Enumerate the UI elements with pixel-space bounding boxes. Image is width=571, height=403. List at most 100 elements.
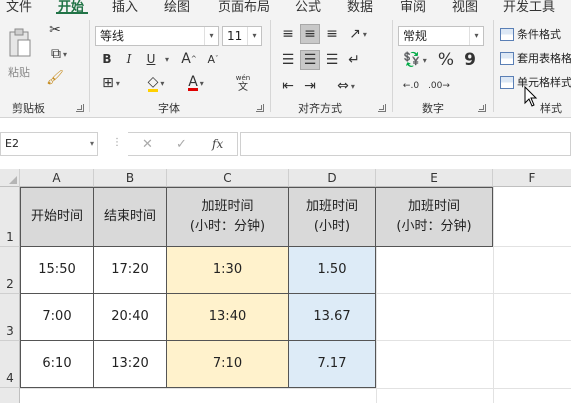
tab-file[interactable]: 文件 bbox=[6, 0, 32, 14]
row-header-4[interactable]: 4 bbox=[0, 341, 20, 388]
select-all-corner[interactable] bbox=[0, 169, 20, 187]
cell-a3[interactable]: 7:00 bbox=[21, 294, 94, 341]
alignment-group-label: 对齐方式 bbox=[298, 102, 342, 115]
borders-button[interactable]: ⊞ ▾ bbox=[96, 74, 126, 92]
copy-button[interactable]: ⧉ ▾ bbox=[44, 44, 74, 64]
tab-data[interactable]: 数据 bbox=[347, 0, 373, 14]
column-header-b[interactable]: B bbox=[94, 169, 167, 187]
insert-function-icon[interactable]: fx bbox=[212, 137, 223, 151]
tab-view[interactable]: 视图 bbox=[452, 0, 478, 14]
paste-button[interactable]: 粘贴 bbox=[4, 18, 38, 84]
cell-b4[interactable]: 13:20 bbox=[94, 341, 167, 388]
tab-page-layout[interactable]: 页面布局 bbox=[218, 0, 270, 14]
row-header-1[interactable]: 1 bbox=[0, 187, 20, 247]
ribbon: 粘贴 ✂ ⧉ ▾ 🖌 剪贴板 等线 ▾ 11 ▾ B I U ▾ A ^ Aˇ ⊞ ▾… bbox=[0, 14, 571, 118]
format-painter-button[interactable]: 🖌 bbox=[44, 68, 66, 88]
clipboard-launcher-icon[interactable] bbox=[76, 104, 84, 112]
tab-draw[interactable]: 绘图 bbox=[164, 0, 190, 14]
chevron-down-icon: ▾ bbox=[204, 27, 218, 45]
cell-a2[interactable]: 15:50 bbox=[21, 247, 94, 294]
enter-icon[interactable]: ✓ bbox=[176, 137, 187, 152]
row-header-3[interactable]: 3 bbox=[0, 294, 20, 341]
row-header-2[interactable]: 2 bbox=[0, 247, 20, 294]
more-options-icon[interactable]: ⋮ bbox=[112, 137, 122, 148]
align-top-button[interactable]: ≡ bbox=[278, 24, 298, 44]
tab-insert[interactable]: 插入 bbox=[112, 0, 138, 14]
align-center-button[interactable]: ☰ bbox=[300, 50, 320, 70]
orientation-button[interactable]: ↗ ▾ bbox=[344, 24, 372, 44]
name-box[interactable]: E2 ▾ bbox=[0, 132, 98, 156]
row-header-5[interactable] bbox=[0, 388, 20, 403]
copy-icon: ⧉ bbox=[50, 46, 61, 62]
cell-a1[interactable]: 开始时间 bbox=[21, 188, 94, 247]
font-name-value: 等线 bbox=[100, 29, 125, 43]
column-header-d[interactable]: D bbox=[289, 169, 376, 187]
alignment-launcher-icon[interactable] bbox=[378, 104, 386, 112]
align-middle-button[interactable]: ≡ bbox=[300, 24, 320, 44]
chevron-down-icon: ▾ bbox=[199, 78, 204, 88]
cell-d4[interactable]: 7.17 bbox=[289, 341, 376, 388]
phonetic-button[interactable]: wén 文 bbox=[226, 72, 260, 94]
cut-button[interactable]: ✂ bbox=[44, 20, 66, 40]
increase-decimal-button[interactable]: ←.0 bbox=[400, 76, 422, 96]
grow-font-button[interactable]: A ^ bbox=[180, 50, 198, 68]
gridline bbox=[493, 187, 494, 247]
underline-button[interactable]: U bbox=[142, 50, 160, 68]
cell-d3[interactable]: 13.67 bbox=[289, 294, 376, 341]
ribbon-tab-bar: 文件 开始 插入 绘图 页面布局 公式 数据 审阅 视图 开发工具 bbox=[0, 0, 571, 14]
cell-b1[interactable]: 结束时间 bbox=[94, 188, 167, 247]
mouse-cursor-icon bbox=[524, 86, 538, 107]
column-header-a[interactable]: A bbox=[20, 169, 94, 187]
cell-c3[interactable]: 13:40 bbox=[167, 294, 289, 341]
cancel-icon[interactable]: ✕ bbox=[142, 137, 153, 152]
wrap-text-button[interactable]: ↵ bbox=[344, 50, 364, 70]
cell-d1[interactable]: 加班时间 (小时) bbox=[289, 188, 376, 247]
fill-color-button[interactable]: ◇ ▾ bbox=[140, 74, 172, 92]
shrink-font-button[interactable]: Aˇ bbox=[204, 50, 222, 68]
font-size-select[interactable]: 11 ▾ bbox=[222, 26, 262, 46]
decrease-indent-button[interactable]: ⇤ bbox=[278, 76, 298, 96]
formula-input[interactable] bbox=[240, 132, 571, 156]
column-header-c[interactable]: C bbox=[167, 169, 289, 187]
gridline bbox=[376, 247, 377, 403]
font-launcher-icon[interactable] bbox=[256, 104, 264, 112]
cell-d2[interactable]: 1.50 bbox=[289, 247, 376, 294]
merge-center-button[interactable]: ⇔ ▾ bbox=[330, 76, 362, 96]
percent-button[interactable]: % bbox=[436, 50, 456, 70]
column-header-f[interactable]: F bbox=[493, 169, 571, 187]
conditional-formatting-button[interactable]: 条件格式 bbox=[500, 24, 571, 44]
cell-b3[interactable]: 20:40 bbox=[94, 294, 167, 341]
align-bottom-button[interactable]: ≡ bbox=[322, 24, 342, 44]
cell-c4[interactable]: 7:10 bbox=[167, 341, 289, 388]
accounting-format-button[interactable]: 💱 ▾ bbox=[398, 50, 432, 70]
row-number: 3 bbox=[6, 324, 14, 338]
cell-b2[interactable]: 17:20 bbox=[94, 247, 167, 294]
gridline bbox=[493, 246, 571, 247]
column-header-e[interactable]: E bbox=[376, 169, 493, 187]
align-left-button[interactable]: ☰ bbox=[278, 50, 298, 70]
cell-a4[interactable]: 6:10 bbox=[21, 341, 94, 388]
font-name-select[interactable]: 等线 ▾ bbox=[95, 26, 219, 46]
cell-c2[interactable]: 1:30 bbox=[167, 247, 289, 294]
decrease-decimal-button[interactable]: .00→ bbox=[428, 76, 450, 96]
underline-dropdown[interactable]: ▾ bbox=[160, 50, 172, 68]
phonetic-bottom: 文 bbox=[238, 82, 248, 93]
comma-style-button[interactable]: 9 bbox=[460, 50, 480, 70]
cell-c1[interactable]: 加班时间 (小时：分钟) bbox=[167, 188, 289, 247]
tab-review[interactable]: 审阅 bbox=[400, 0, 426, 14]
cell-e1[interactable]: 加班时间 (小时：分钟) bbox=[376, 188, 493, 247]
styles-group-label: 样式 bbox=[540, 102, 562, 115]
caret-down-icon: ˇ bbox=[215, 55, 219, 63]
format-as-table-button[interactable]: 套用表格格式 bbox=[500, 48, 571, 68]
currency-icon: 💱 bbox=[403, 52, 421, 68]
tab-developer[interactable]: 开发工具 bbox=[503, 0, 555, 14]
align-right-button[interactable]: ☰ bbox=[322, 50, 342, 70]
number-launcher-icon[interactable] bbox=[478, 104, 486, 112]
number-format-select[interactable]: 常规 ▾ bbox=[398, 26, 484, 46]
tab-formulas[interactable]: 公式 bbox=[295, 0, 321, 14]
italic-button[interactable]: I bbox=[120, 50, 138, 68]
increase-indent-button[interactable]: ⇥ bbox=[300, 76, 320, 96]
bold-button[interactable]: B bbox=[98, 50, 116, 68]
font-color-button[interactable]: A ▾ bbox=[180, 74, 212, 92]
chevron-down-icon: ▾ bbox=[62, 49, 67, 59]
